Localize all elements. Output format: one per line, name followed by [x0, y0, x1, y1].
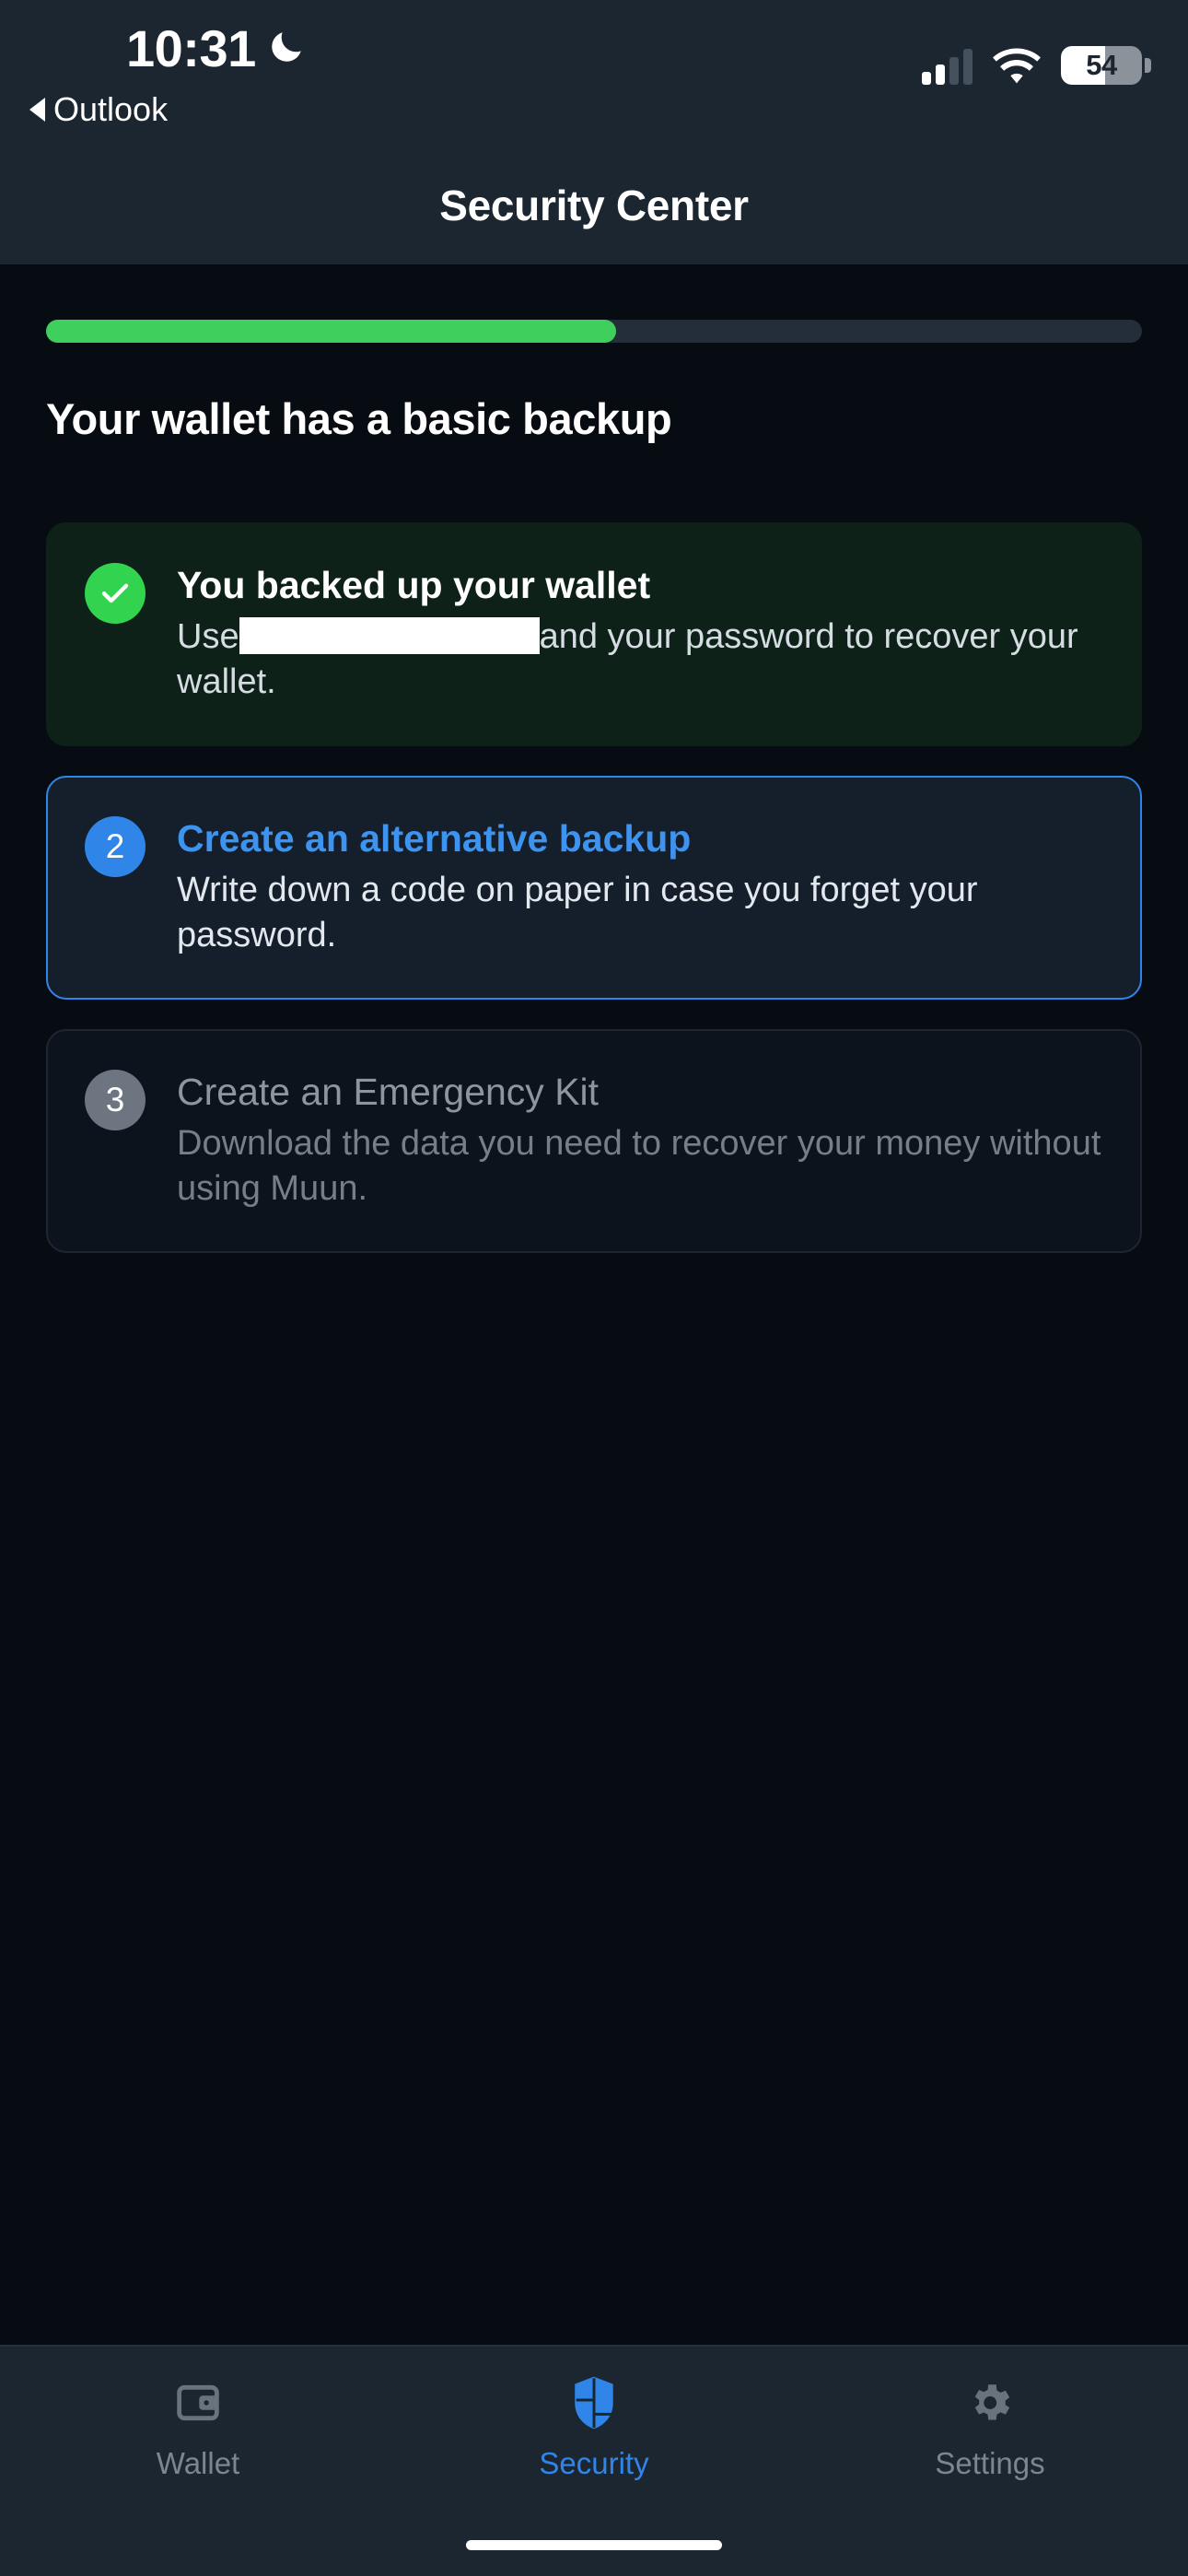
app-screen: 10:31 Outlook 54 Security Center Your wa… [0, 0, 1188, 2576]
tab-wallet-label: Wallet [156, 2446, 240, 2480]
security-step-card-3[interactable]: 3 Create an Emergency Kit Download the d… [46, 1029, 1142, 1254]
page-title: Security Center [439, 181, 749, 229]
step-number-label-3: 3 [105, 1081, 125, 1119]
check-icon [85, 563, 146, 624]
security-step-body-2: Create an alternative backup Write down … [177, 816, 1103, 957]
back-triangle-icon [29, 98, 45, 122]
security-step-title-1: You backed up your wallet [177, 564, 651, 606]
tab-wallet[interactable]: Wallet [0, 2374, 396, 2481]
redacted-value-box [239, 616, 540, 654]
security-step-title-2: Create an alternative backup [177, 817, 692, 861]
battery-percent-label: 54 [1086, 49, 1117, 81]
status-bar: 10:31 Outlook 54 [0, 0, 1188, 138]
step-number-badge-3: 3 [85, 1070, 146, 1131]
tab-security-label: Security [539, 2446, 649, 2480]
section-title: Your wallet has a basic backup [46, 394, 672, 443]
security-step-desc-3: Download the data you need to recover yo… [177, 1124, 1101, 1208]
progress-fill [46, 320, 616, 343]
wallet-icon [174, 2374, 222, 2431]
desc-text-before: Use [177, 616, 239, 656]
tab-settings[interactable]: Settings [792, 2374, 1188, 2481]
top-chrome: 10:31 Outlook 54 Security Center [0, 0, 1188, 264]
security-step-desc-2: Write down a code on paper in case you f… [177, 871, 978, 954]
step-number-label-2: 2 [105, 827, 125, 866]
status-bar-indicators: 54 [922, 41, 1151, 85]
security-step-desc-1: Use and your password to recover your wal… [177, 615, 1103, 704]
security-step-card-1[interactable]: You backed up your wallet Use and your pa… [46, 522, 1142, 747]
bottom-tab-bar: Wallet Security Settings [0, 2345, 1188, 2576]
home-indicator[interactable] [466, 2540, 722, 2550]
battery-icon: 54 [1061, 46, 1151, 85]
security-step-body-1: You backed up your wallet Use and your pa… [177, 563, 1103, 704]
back-to-app-button[interactable]: Outlook [29, 90, 168, 129]
security-steps-list: You backed up your wallet Use and your pa… [46, 522, 1142, 1282]
crescent-moon-icon [272, 32, 301, 62]
shield-icon [568, 2374, 620, 2431]
back-app-label: Outlook [53, 90, 169, 128]
wifi-icon [993, 48, 1041, 84]
tab-security[interactable]: Security [396, 2374, 792, 2481]
security-step-card-2[interactable]: 2 Create an alternative backup Write dow… [46, 776, 1142, 1001]
tab-settings-label: Settings [935, 2446, 1045, 2480]
status-bar-time: 10:31 [126, 19, 256, 77]
security-step-title-3: Create an Emergency Kit [177, 1071, 600, 1114]
cellular-signal-icon [922, 48, 973, 85]
step-number-badge-2: 2 [85, 816, 146, 878]
gear-icon [965, 2374, 1015, 2431]
progress-track [46, 320, 1142, 343]
security-step-body-3: Create an Emergency Kit Download the dat… [177, 1070, 1103, 1211]
backup-progress-bar [46, 320, 1142, 343]
main-content: Your wallet has a basic backup You backe… [0, 264, 1188, 2345]
